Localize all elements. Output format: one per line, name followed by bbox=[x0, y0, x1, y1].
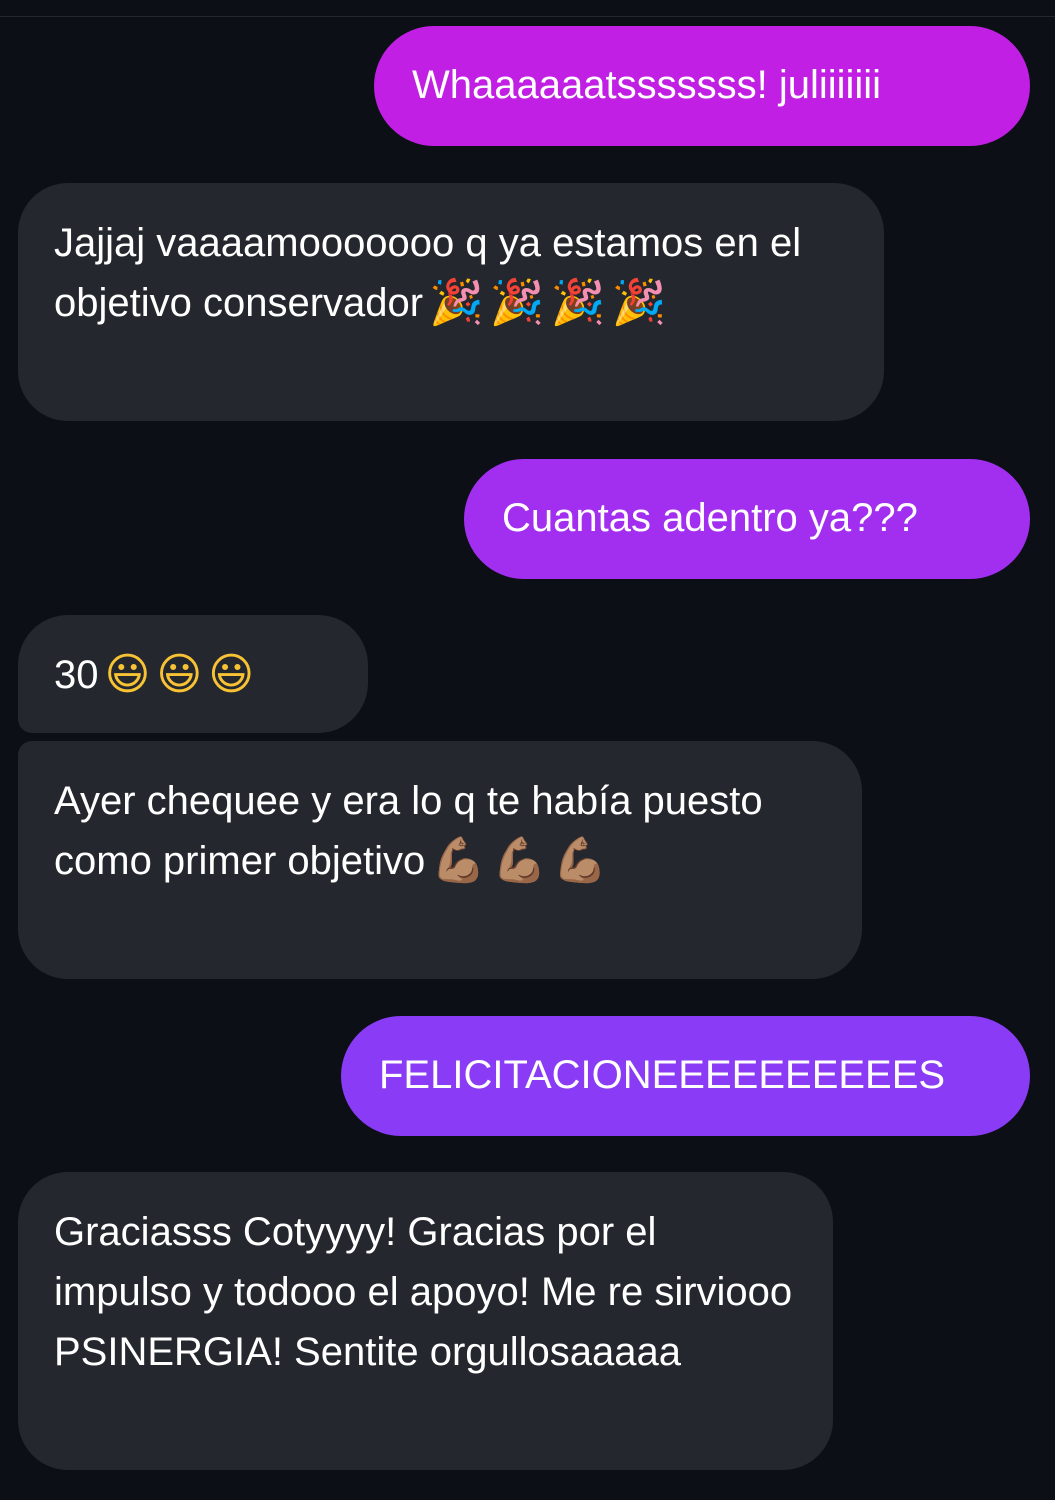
message-text: Cuantas adentro ya??? bbox=[502, 496, 918, 540]
flexed-biceps-icon: 💪🏽 bbox=[552, 835, 608, 886]
message-text: 30 bbox=[54, 653, 99, 697]
party-popper-icon: 🎉 bbox=[611, 277, 667, 328]
message-text: Jajjaj vaaaamooooooo q ya estamos en el … bbox=[54, 221, 802, 325]
message-text: Graciasss Cotyyyy! Gracias por el impuls… bbox=[54, 1210, 793, 1374]
party-popper-icon: 🎉 bbox=[550, 277, 606, 328]
flexed-biceps-icon: 💪🏽 bbox=[492, 835, 547, 886]
message-text: Ayer chequee y era lo q te había puesto … bbox=[54, 779, 763, 883]
grinning-face-icon: 😃 bbox=[104, 649, 151, 700]
grinning-face-icon: 😃 bbox=[208, 649, 255, 700]
incoming-message-bubble[interactable]: Ayer chequee y era lo q te había puesto … bbox=[18, 741, 862, 979]
grinning-face-icon: 😃 bbox=[156, 649, 203, 700]
incoming-message-bubble[interactable]: 30 😃 😃 😃 bbox=[18, 615, 368, 733]
top-divider bbox=[0, 16, 1055, 17]
message-text: Whaaaaaatsssssss! juliiiiiii bbox=[412, 63, 882, 107]
incoming-message-bubble[interactable]: Graciasss Cotyyyy! Gracias por el impuls… bbox=[18, 1172, 833, 1470]
flexed-biceps-icon: 💪🏽 bbox=[431, 835, 487, 886]
outgoing-message-bubble[interactable]: Whaaaaaatsssssss! juliiiiiii bbox=[374, 26, 1030, 146]
party-popper-icon: 🎉 bbox=[489, 277, 545, 328]
message-text: FELICITACIONEEEEEEEEEES bbox=[379, 1053, 946, 1097]
party-popper-icon: 🎉 bbox=[429, 277, 484, 328]
outgoing-message-bubble[interactable]: FELICITACIONEEEEEEEEEES bbox=[341, 1016, 1030, 1136]
outgoing-message-bubble[interactable]: Cuantas adentro ya??? bbox=[464, 459, 1030, 579]
incoming-message-bubble[interactable]: Jajjaj vaaaamooooooo q ya estamos en el … bbox=[18, 183, 884, 421]
